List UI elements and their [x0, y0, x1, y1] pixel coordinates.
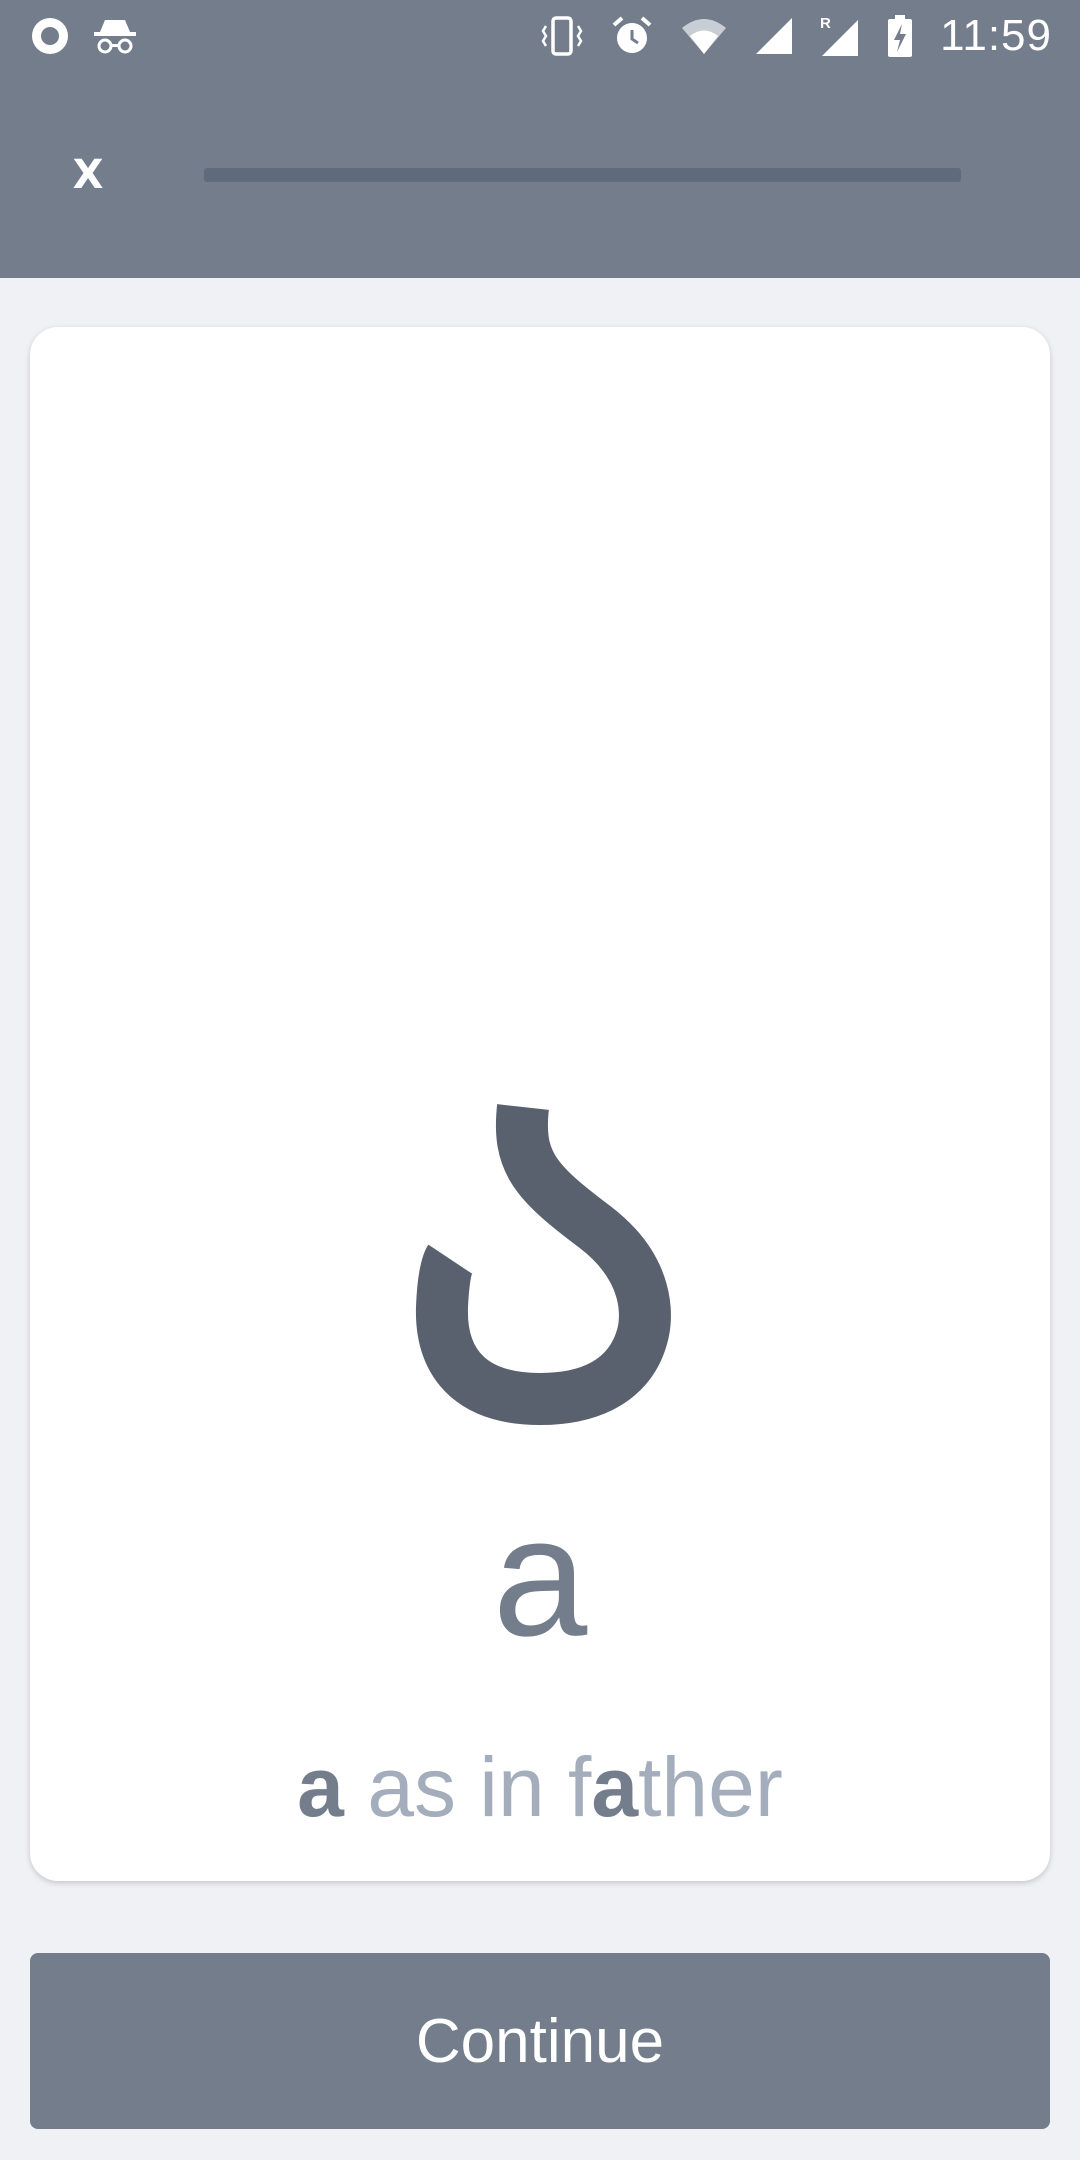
continue-button[interactable]: Continue — [30, 1953, 1050, 2129]
status-left-icons — [30, 14, 138, 58]
battery-charging-icon — [886, 14, 914, 58]
latin-letter: a — [492, 1482, 588, 1672]
close-button[interactable]: X — [60, 145, 116, 205]
top-header: R 11:59 X — [0, 0, 1080, 278]
pronunciation-example: a as in father — [30, 1737, 1050, 1837]
script-character-glyph — [30, 1087, 1050, 1452]
record-icon — [30, 16, 70, 56]
alarm-icon — [610, 14, 654, 58]
example-highlight-letter: a — [591, 1740, 639, 1834]
example-text-before: as in f — [367, 1740, 592, 1834]
flashcard: a a as in father — [30, 327, 1050, 1881]
wifi-icon — [680, 16, 728, 56]
roaming-label: R — [820, 15, 831, 32]
example-text-after: ther — [638, 1740, 783, 1834]
status-clock: 11:59 — [940, 11, 1052, 60]
script-character-stroke — [415, 1104, 671, 1426]
status-bar: R 11:59 — [0, 0, 1080, 72]
vibrate-icon — [540, 14, 584, 58]
roaming-signal-icon: R — [820, 14, 860, 58]
signal-icon — [754, 16, 794, 56]
status-right-icons: R 11:59 — [540, 10, 1052, 62]
example-key-letter: a — [297, 1740, 344, 1834]
lesson-progress-bar — [204, 168, 961, 182]
incognito-icon — [92, 16, 138, 56]
